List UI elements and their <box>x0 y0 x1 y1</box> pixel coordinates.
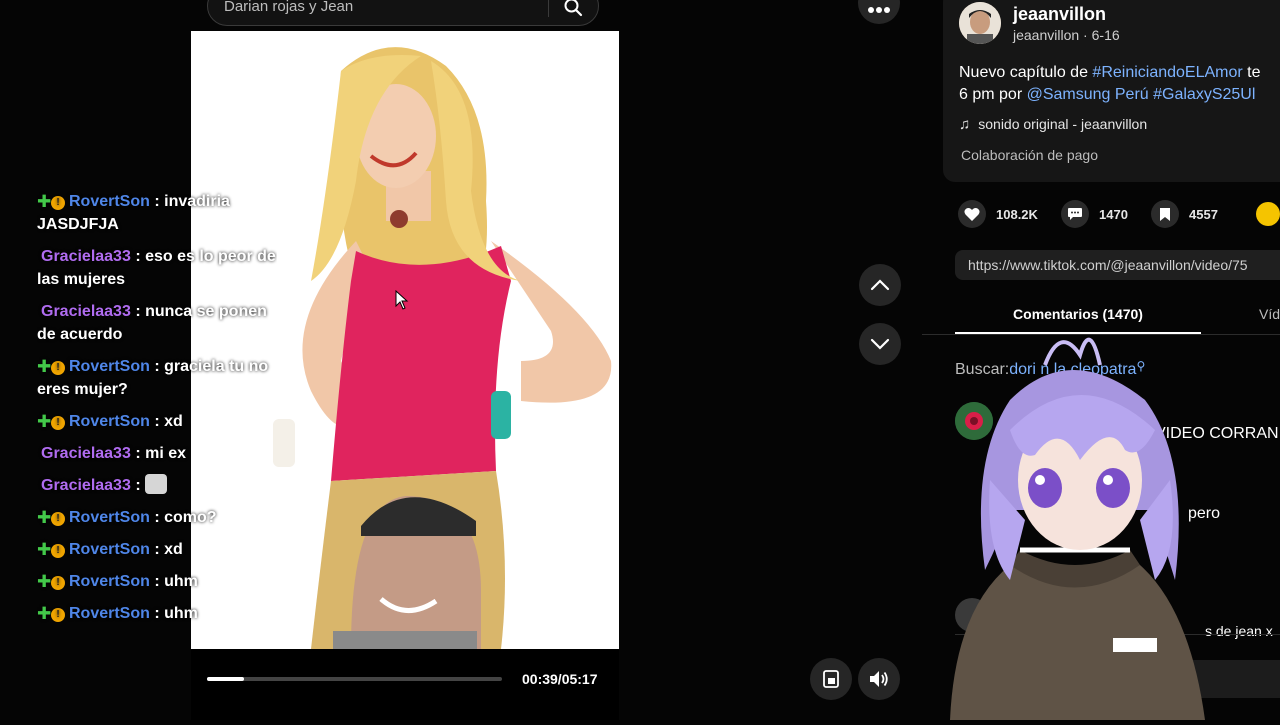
plus-badge-icon: ✚ <box>37 572 52 591</box>
playback-time: 00:39/05:17 <box>522 671 598 687</box>
chat-text: : xd <box>154 413 183 430</box>
chat-username[interactable]: Gracielaa33 <box>37 445 131 462</box>
chevron-down-icon <box>870 338 890 350</box>
chat-message: Gracielaa33 : <box>37 474 277 497</box>
chat-message: ✚! RovertSon : como? <box>37 506 277 529</box>
coin-badge-icon: ! <box>51 544 65 558</box>
chat-message: ✚! RovertSon : xd <box>37 538 277 561</box>
music-note-icon: ♫ <box>959 116 971 133</box>
chat-username[interactable]: RovertSon <box>69 605 150 622</box>
chat-text: : uhm <box>154 605 198 622</box>
miniplayer-button[interactable] <box>810 658 852 700</box>
search-button[interactable] <box>560 0 586 19</box>
bookmark-icon <box>1151 200 1179 228</box>
more-button[interactable] <box>858 0 900 24</box>
comment-icon <box>1061 200 1089 228</box>
search-bar[interactable]: Darian rojas y Jean <box>207 0 599 26</box>
more-icon <box>868 7 890 13</box>
plus-badge-icon: ✚ <box>37 508 52 527</box>
coin-badge-icon: ! <box>51 608 65 622</box>
chat-message: ✚! RovertSon : xd <box>37 410 277 433</box>
hashtag-link[interactable]: #GalaxyS25Ul <box>1153 86 1255 103</box>
search-icon <box>564 0 583 17</box>
player-controls: 00:39/05:17 <box>191 649 619 720</box>
plus-badge-icon: ✚ <box>37 540 52 559</box>
chat-username[interactable]: RovertSon <box>69 193 150 210</box>
video-description: Nuevo capítulo de #ReiniciandoELAmor te … <box>959 64 1261 103</box>
next-video-button[interactable] <box>859 323 901 365</box>
chat-username[interactable]: Gracielaa33 <box>37 477 131 494</box>
plus-badge-icon: ✚ <box>37 192 52 211</box>
search-input[interactable]: Darian rojas y Jean <box>224 0 353 15</box>
chat-message: ✚! RovertSon : uhm <box>37 570 277 593</box>
chat-username[interactable]: RovertSon <box>69 541 150 558</box>
like-stat[interactable]: 108.2K <box>958 200 1038 228</box>
chat-message: ✚! RovertSon : graciela tu no eres mujer? <box>37 355 277 401</box>
sound-link[interactable]: ♫ sonido original - jeaanvillon <box>959 116 1147 133</box>
vtuber-character <box>950 338 1205 720</box>
chat-username[interactable]: RovertSon <box>69 573 150 590</box>
author-avatar[interactable] <box>959 2 1001 44</box>
chat-username[interactable]: RovertSon <box>69 509 150 526</box>
coin-badge-icon: ! <box>51 416 65 430</box>
volume-icon <box>870 671 888 687</box>
search-divider <box>548 0 549 17</box>
chevron-up-icon <box>870 279 890 291</box>
chat-message: Gracielaa33 : eso es lo peor de las muje… <box>37 245 277 291</box>
chat-message: ✚! RovertSon : invadiria JASDJFJA <box>37 190 277 236</box>
video-url-field[interactable]: https://www.tiktok.com/@jeaanvillon/vide… <box>955 250 1280 280</box>
cat-emote <box>144 474 167 494</box>
chat-text: : como? <box>154 509 217 526</box>
chat-message: ✚! RovertSon : uhm <box>37 602 277 625</box>
chat-username[interactable]: RovertSon <box>69 413 150 430</box>
previous-video-button[interactable] <box>859 264 901 306</box>
author-handle-date: jeaanvillon · 6-16 <box>1013 27 1120 43</box>
coin-badge-icon: ! <box>51 196 65 210</box>
coin-badge-icon: ! <box>51 512 65 526</box>
chat-text: : mi ex <box>135 445 186 462</box>
chat-message: Gracielaa33 : mi ex <box>37 442 277 465</box>
mention-link[interactable]: @Samsung Perú <box>1027 86 1149 103</box>
heart-icon <box>958 200 986 228</box>
hashtag-link[interactable]: #ReiniciandoELAmor <box>1092 64 1242 81</box>
chat-username[interactable]: Gracielaa33 <box>37 248 131 265</box>
avatar-image <box>959 2 1001 44</box>
paid-partnership-label: Colaboración de pago <box>961 147 1098 163</box>
coin-badge-icon: ! <box>51 576 65 590</box>
miniplayer-icon <box>823 670 839 688</box>
volume-button[interactable] <box>858 658 900 700</box>
chat-overlay: ✚! RovertSon : invadiria JASDJFJA Graciela… <box>37 190 277 650</box>
author-name[interactable]: jeaanvillon <box>1013 4 1106 25</box>
chat-username[interactable]: Gracielaa33 <box>37 303 131 320</box>
progress-fill <box>207 677 244 681</box>
mouse-pointer-icon <box>395 290 409 310</box>
chat-text: : xd <box>154 541 183 558</box>
share-icon[interactable] <box>1256 202 1280 226</box>
tab-videos[interactable]: Víd <box>1259 306 1280 322</box>
comment-stat[interactable]: 1470 <box>1061 200 1128 228</box>
progress-bar[interactable] <box>207 677 502 681</box>
coin-badge-icon: ! <box>51 361 65 375</box>
plus-badge-icon: ✚ <box>37 412 52 431</box>
chat-username[interactable]: RovertSon <box>69 358 150 375</box>
save-stat[interactable]: 4557 <box>1151 200 1218 228</box>
chat-text: : uhm <box>154 573 198 590</box>
plus-badge-icon: ✚ <box>37 357 52 376</box>
chat-message: Gracielaa33 : nunca se ponen de acuerdo <box>37 300 277 346</box>
plus-badge-icon: ✚ <box>37 604 52 623</box>
chat-text: : <box>135 477 141 494</box>
vtuber-avatar-overlay <box>930 320 1220 720</box>
